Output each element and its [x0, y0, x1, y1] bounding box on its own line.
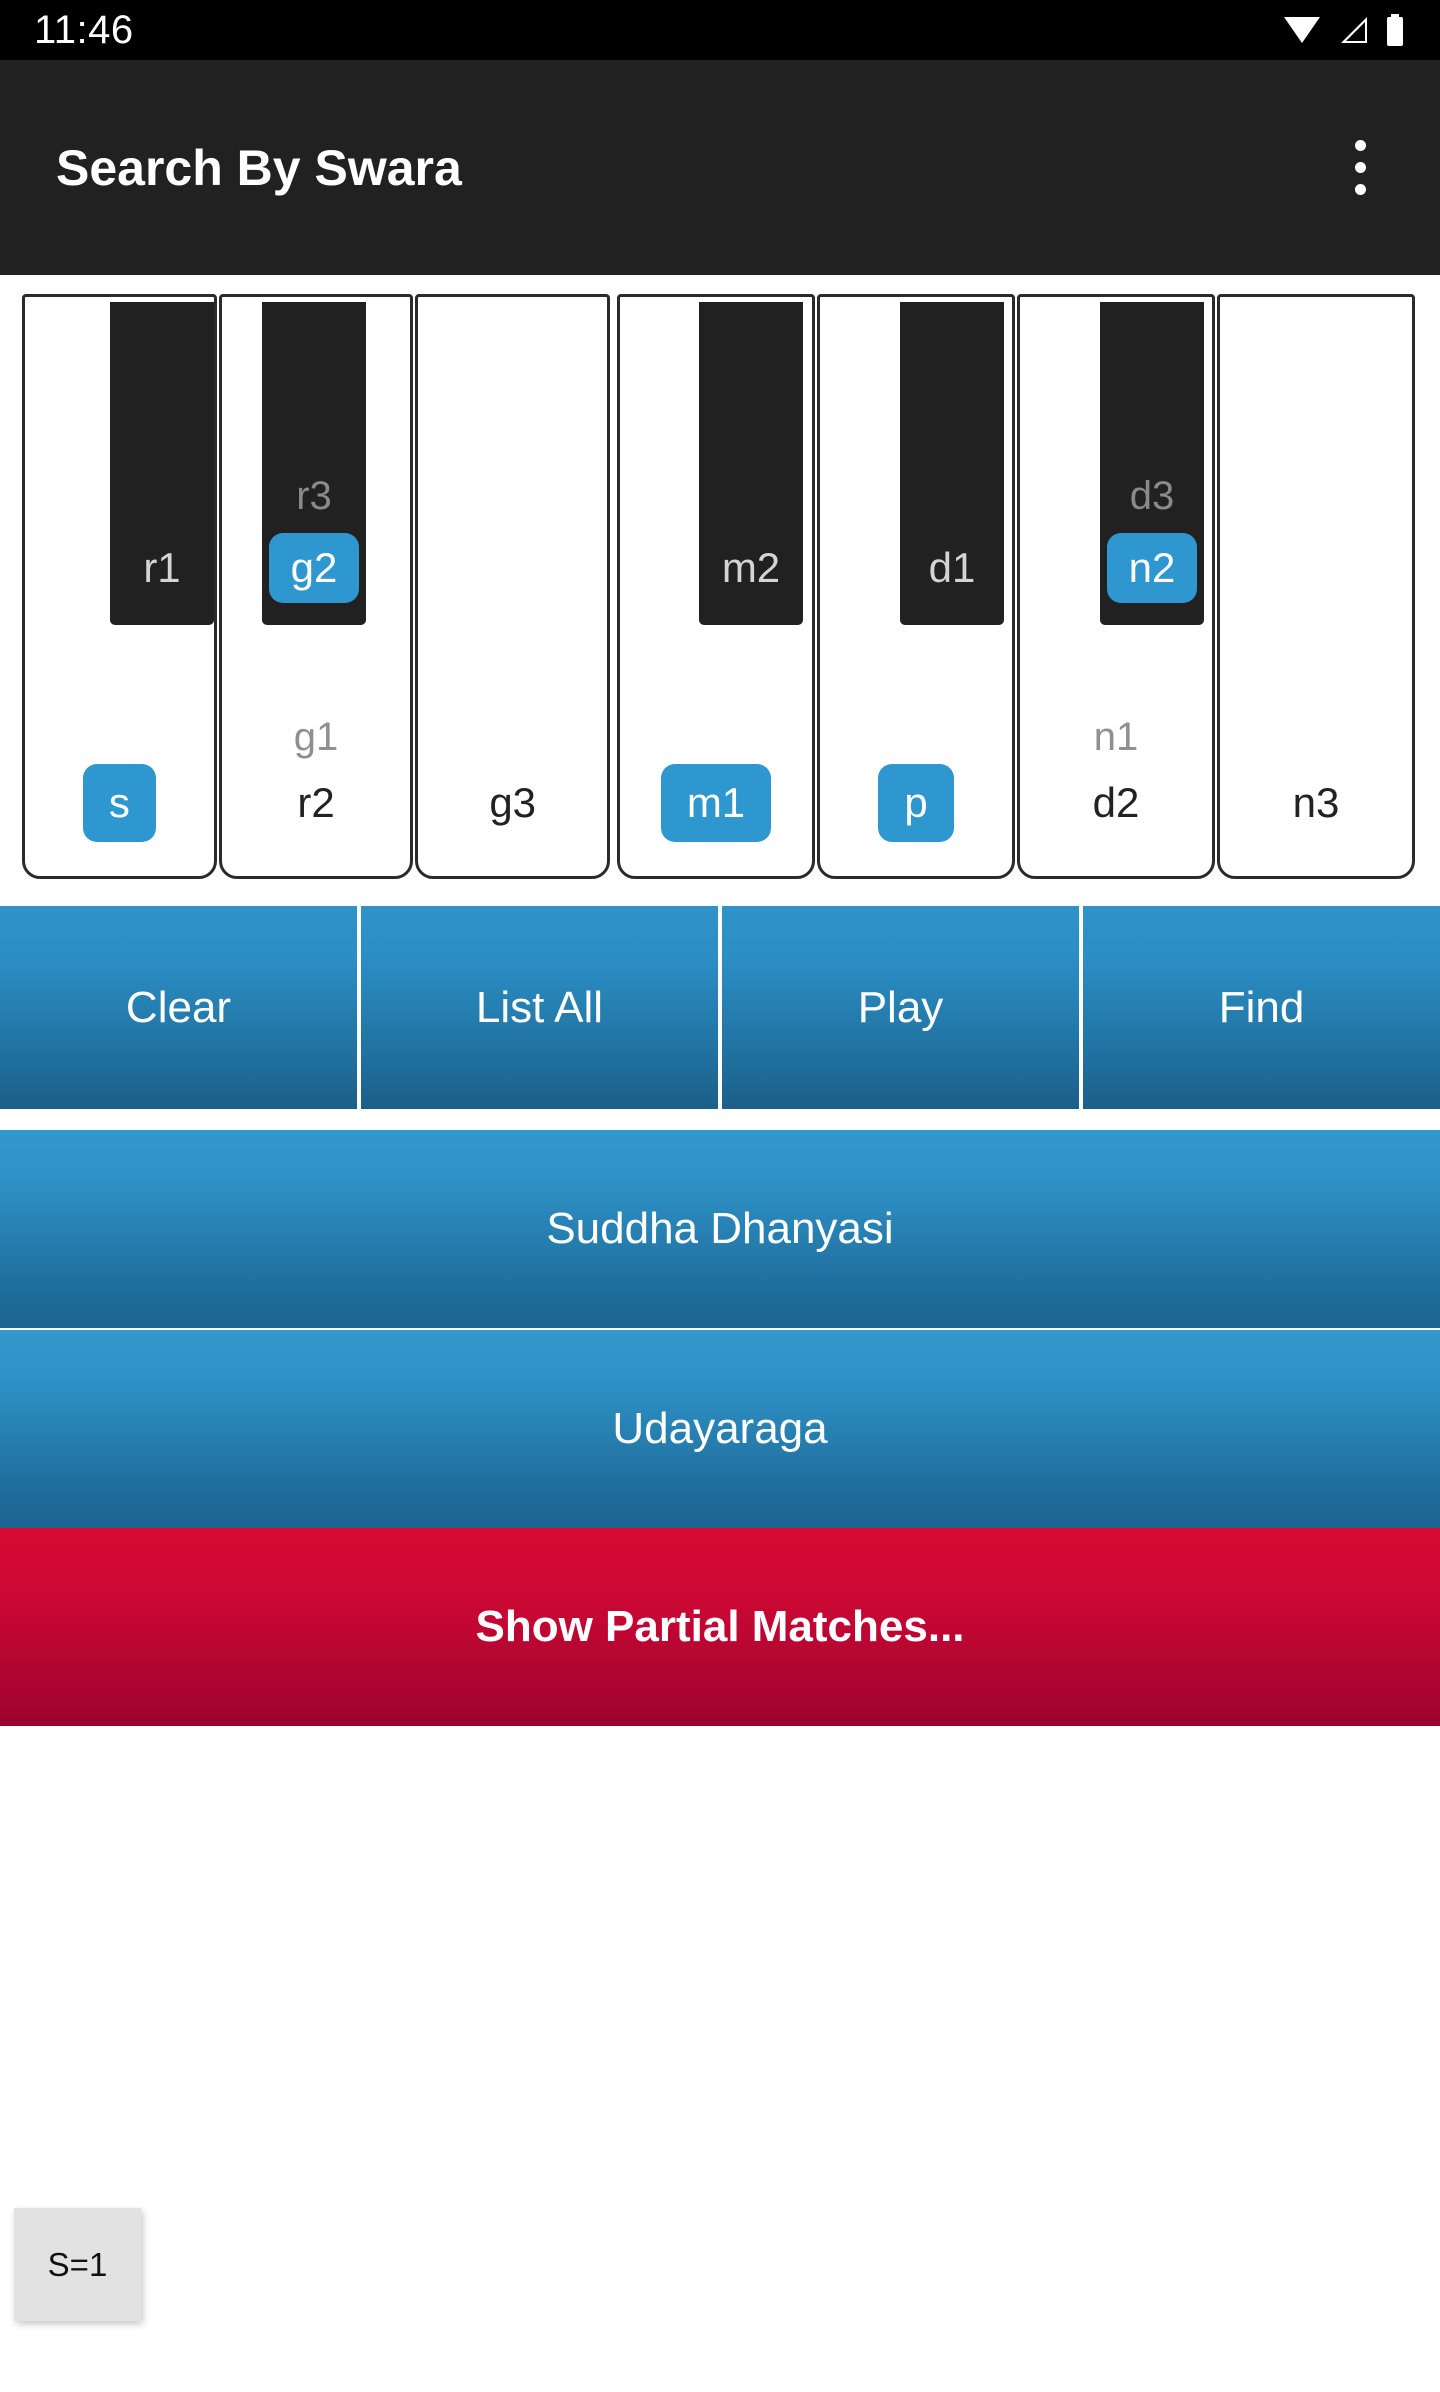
status-icon-group [1282, 14, 1406, 46]
list-all-button[interactable]: List All [361, 906, 718, 1109]
swara-keyboard: s g1 r2 g3 r1 r3 g2 m1 p n1 d2 n3 m2 d1 d3 n2 [0, 286, 1440, 887]
action-button-bar: Clear List All Play Find [0, 906, 1440, 1109]
key-label-p: p [878, 764, 954, 842]
toast-message: S=1 [14, 2208, 141, 2321]
key-label-g2: g2 [268, 533, 360, 603]
key-label-d1: d1 [928, 544, 976, 591]
key-alt-label-r3: r3 [296, 474, 332, 518]
status-bar: 11:46 [0, 0, 1440, 60]
key-label-g3: g3 [489, 779, 537, 826]
key-label-m2: m2 [721, 544, 781, 591]
keyboard-octave-1: s g1 r2 g3 r1 r3 g2 [22, 294, 611, 879]
play-button[interactable]: Play [722, 906, 1079, 1109]
result-item[interactable]: Udayaraga [0, 1330, 1440, 1528]
black-key-n2[interactable]: d3 n2 [1100, 302, 1204, 625]
key-alt-label-d3: d3 [1129, 474, 1175, 518]
find-button[interactable]: Find [1083, 906, 1440, 1109]
key-label-m1: m1 [660, 764, 772, 842]
toast-text: S=1 [47, 2245, 108, 2283]
key-label-d2: d2 [1092, 779, 1140, 826]
key-label-s: s [82, 764, 156, 842]
black-key-g2[interactable]: r3 g2 [262, 302, 366, 625]
cellular-signal-icon [1336, 15, 1370, 45]
key-alt-label-n1: n1 [1093, 715, 1139, 759]
clear-button[interactable]: Clear [0, 906, 357, 1109]
black-key-m2[interactable]: m2 [699, 302, 803, 625]
black-key-d1[interactable]: d1 [900, 302, 1004, 625]
more-vertical-icon[interactable] [1330, 123, 1390, 213]
page-title: Search By Swara [56, 139, 462, 196]
black-key-r1[interactable]: r1 [110, 302, 214, 625]
show-partial-matches-button[interactable]: Show Partial Matches... [0, 1528, 1440, 1726]
key-label-r2: r2 [297, 779, 335, 826]
app-root: 11:46 Search By Swara s g1 r2 g3 r1 r3 g2 m1 p n… [0, 0, 1440, 2392]
keyboard-octave-2: m1 p n1 d2 n3 m2 d1 d3 n2 [617, 294, 1417, 879]
menu-dot [1354, 140, 1366, 151]
key-label-r1: r1 [143, 544, 181, 591]
key-alt-label-g1: g1 [293, 715, 339, 759]
menu-dot [1354, 184, 1366, 195]
white-key-g3[interactable]: g3 [415, 294, 611, 879]
key-label-n3: n3 [1292, 779, 1340, 826]
wifi-icon [1282, 15, 1322, 45]
status-clock: 11:46 [34, 8, 134, 52]
battery-icon [1384, 14, 1406, 46]
results-list: Suddha Dhanyasi Udayaraga Show Partial Mat… [0, 1130, 1440, 1726]
menu-dot [1354, 162, 1366, 173]
result-item[interactable]: Suddha Dhanyasi [0, 1130, 1440, 1328]
key-label-n2: n2 [1106, 533, 1198, 603]
white-key-n3[interactable]: n3 [1217, 294, 1415, 879]
app-bar: Search By Swara [0, 60, 1440, 275]
